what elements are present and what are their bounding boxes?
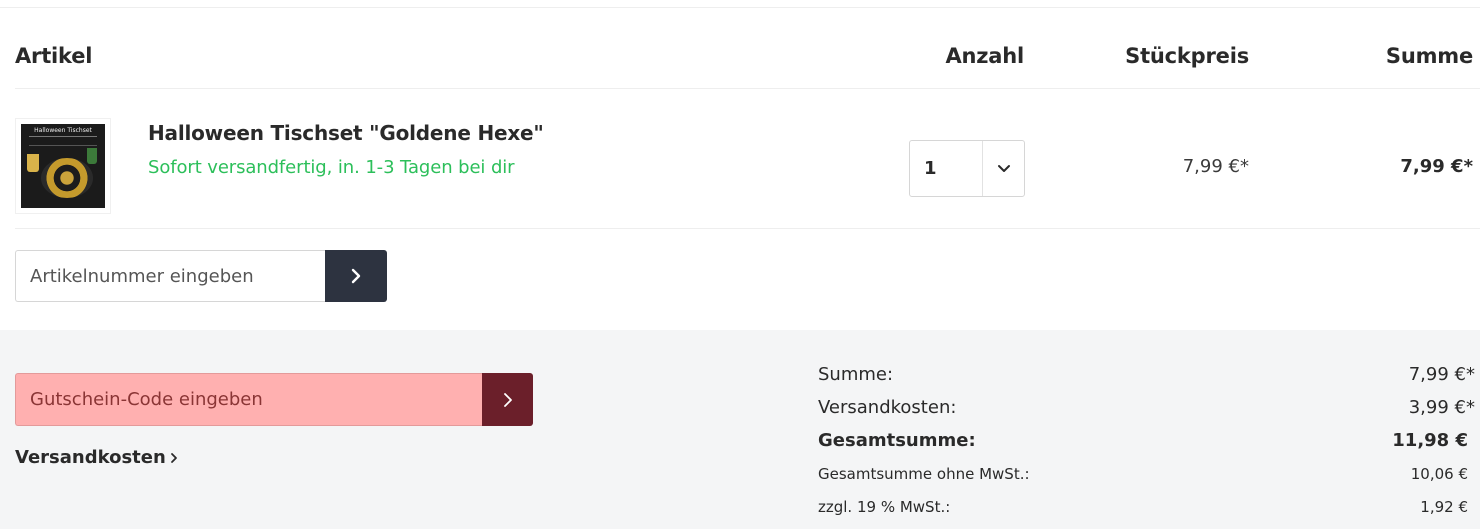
product-name-link[interactable]: Halloween Tischset "Goldene Hexe"	[148, 121, 544, 145]
shipping-value: 3,99 €*	[1408, 397, 1475, 418]
summary-shipping: Versandkosten: 3,99 €*	[818, 397, 1475, 418]
redeem-voucher-button[interactable]	[482, 373, 533, 426]
delivery-status: Sofort versandfertig, in. 1-3 Tagen bei …	[148, 157, 515, 178]
shipping-label: Versandkosten:	[818, 397, 957, 418]
summary-net: Gesamtsumme ohne MwSt.: 10,06 €	[818, 465, 1475, 483]
product-image: Halloween Tischset	[21, 124, 105, 208]
top-divider	[0, 7, 1480, 8]
chevron-right-icon	[170, 452, 177, 463]
summary-total: Gesamtsumme: 11,98 €	[818, 430, 1475, 451]
shipping-costs-label: Versandkosten	[15, 447, 166, 468]
header-quantity: Anzahl	[945, 44, 1024, 68]
total-label: Gesamtsumme:	[818, 430, 976, 451]
product-thumbnail[interactable]: Halloween Tischset	[15, 118, 111, 214]
subtotal-value: 7,99 €*	[1408, 364, 1475, 385]
chevron-right-icon	[351, 268, 361, 284]
header-article: Artikel	[15, 44, 93, 68]
header-sum: Summe	[1385, 44, 1473, 68]
article-number-input[interactable]	[15, 250, 325, 302]
chevron-right-icon	[503, 392, 512, 407]
header-unit-price: Stückpreis	[1125, 44, 1249, 68]
add-article-button[interactable]	[325, 250, 387, 302]
total-value: 11,98 €	[1392, 430, 1468, 451]
voucher-code-input[interactable]	[15, 373, 482, 426]
line-total: 7,99 €*	[1400, 156, 1473, 177]
net-value: 10,06 €	[1410, 465, 1468, 483]
summary-tax: zzgl. 19 % MwSt.: 1,92 €	[818, 498, 1475, 516]
header-divider	[15, 88, 1480, 89]
quantity-select[interactable]: 1	[909, 140, 1025, 197]
subtotal-label: Summe:	[818, 364, 894, 385]
net-label: Gesamtsumme ohne MwSt.:	[818, 465, 1030, 483]
tax-label: zzgl. 19 % MwSt.:	[818, 498, 951, 516]
shipping-costs-link[interactable]: Versandkosten	[15, 447, 178, 468]
unit-price: 7,99 €*	[1182, 156, 1249, 177]
thumbnail-caption: Halloween Tischset	[34, 127, 92, 134]
item-divider	[15, 228, 1480, 229]
quantity-value: 1	[924, 158, 937, 179]
summary-subtotal: Summe: 7,99 €*	[818, 364, 1475, 385]
chevron-down-icon	[982, 141, 1024, 196]
tax-value: 1,92 €	[1420, 498, 1468, 516]
